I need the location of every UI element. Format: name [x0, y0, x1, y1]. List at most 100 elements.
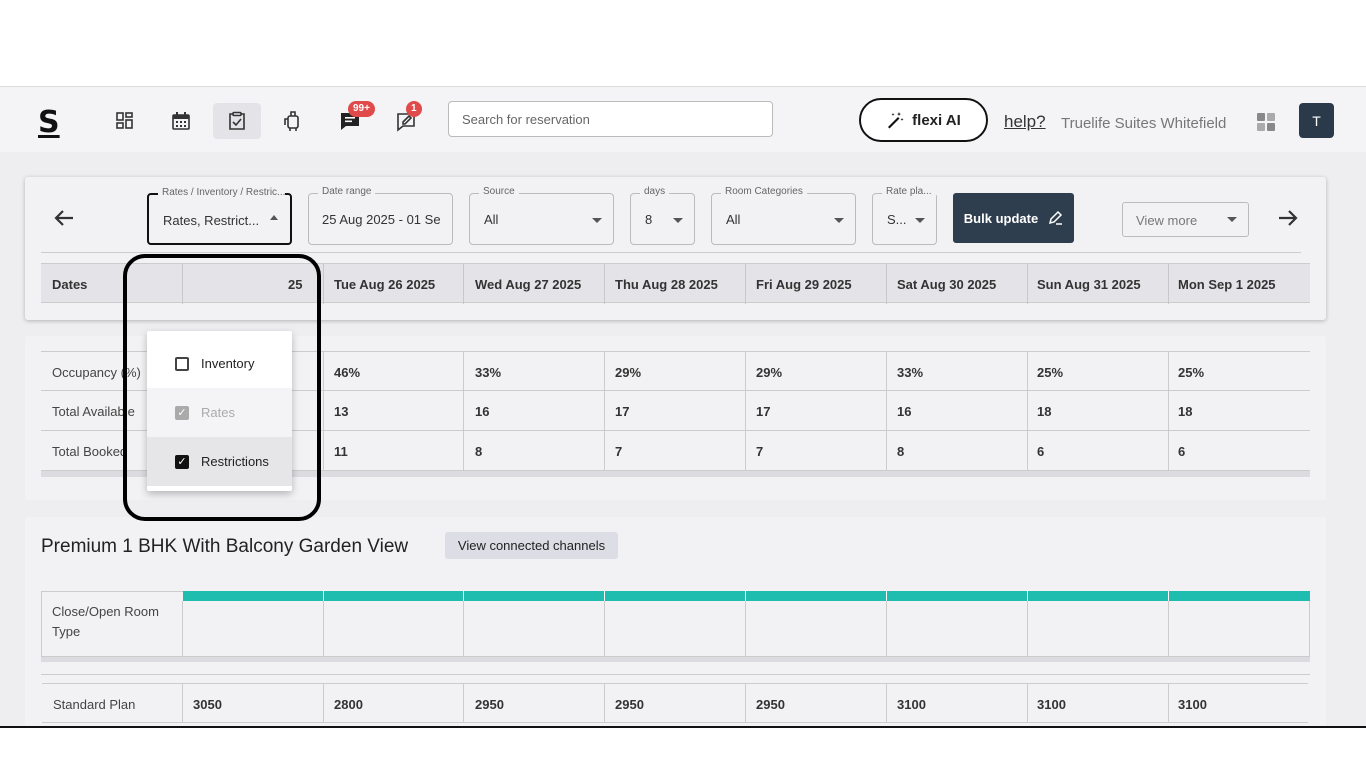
search-input[interactable]: [448, 101, 773, 137]
room-title: Premium 1 BHK With Balcony Garden View: [41, 536, 409, 557]
dashboard-icon[interactable]: [101, 103, 149, 139]
source-value: All: [484, 212, 499, 227]
rate-value[interactable]: 3100: [1178, 697, 1207, 712]
divider: [463, 601, 464, 657]
bulk-update-label: Bulk update: [963, 210, 1039, 226]
cell-value: 46%: [334, 365, 361, 380]
checkbox-checked-icon[interactable]: ✓: [175, 405, 189, 420]
dropdown-item-inventory[interactable]: Inventory: [147, 339, 292, 388]
divider: [182, 601, 183, 657]
flexi-ai-label: flexi AI: [912, 111, 961, 129]
rate-value[interactable]: 2950: [475, 697, 504, 712]
source-select[interactable]: Source All: [469, 186, 614, 245]
divider: [41, 252, 1301, 253]
rate-value[interactable]: 2950: [756, 697, 785, 712]
dropdown-item-restrictions[interactable]: ✓ Restrictions: [147, 437, 292, 486]
rate-value[interactable]: 3100: [1037, 697, 1066, 712]
divider: [41, 674, 1310, 675]
view-type-label: Rates / Inventory / Restric...: [158, 187, 285, 198]
calendar-icon[interactable]: [157, 103, 205, 139]
date-range-field[interactable]: Date range 25 Aug 2025 - 01 Sep 2025: [308, 186, 453, 245]
flexi-ai-button[interactable]: flexi AI: [859, 98, 988, 142]
divider: [1168, 351, 1169, 471]
cell-value: 7: [756, 444, 764, 459]
view-more-select[interactable]: View more: [1122, 202, 1249, 237]
divider: [323, 683, 324, 723]
pencil-icon: [1049, 210, 1063, 225]
dropdown-item-label: Inventory: [201, 356, 255, 371]
rate-value[interactable]: 3100: [897, 697, 926, 712]
view-type-dropdown-menu: Inventory ✓ Rates ✓ Restrictions: [147, 331, 292, 491]
divider: [323, 264, 324, 304]
row-label: Total Available: [52, 404, 135, 419]
room-categories-label: Room Categories: [721, 186, 807, 197]
rate-value[interactable]: 3050: [193, 697, 222, 712]
chevron-down-icon: [673, 218, 683, 223]
date-range-value: 25 Aug 2025 - 01 Sep 2025: [322, 212, 440, 227]
date-header: Tue Aug 26 2025: [334, 277, 436, 292]
dates-header-label: Dates: [52, 277, 88, 292]
date-header: Sat Aug 30 2025: [897, 277, 997, 292]
messages-badge: 99+: [348, 101, 375, 117]
view-type-select[interactable]: Rates / Inventory / Restric... Rates, Re…: [147, 187, 292, 245]
tasks-clipboard-icon[interactable]: [213, 103, 261, 139]
cell-value: 25%: [1178, 365, 1205, 380]
divider: [745, 683, 746, 723]
chevron-down-icon: [592, 218, 602, 223]
availability-bar[interactable]: [183, 591, 1310, 601]
hotel-name: Truelife Suites Whitefield: [1061, 115, 1227, 132]
cell-value: 33%: [897, 365, 924, 380]
divider: [1168, 601, 1169, 657]
cell-value: 18: [1037, 404, 1052, 419]
date-range-label: Date range: [318, 186, 376, 197]
divider: [604, 351, 605, 471]
logo[interactable]: S: [38, 105, 60, 140]
apps-grid-icon[interactable]: [1256, 112, 1276, 137]
divider: [463, 683, 464, 723]
divider: [323, 351, 324, 471]
avatar[interactable]: T: [1299, 103, 1334, 138]
date-header: Thu Aug 28 2025: [615, 277, 718, 292]
divider: [886, 351, 887, 471]
checkbox-checked-icon[interactable]: ✓: [175, 454, 189, 469]
rate-value[interactable]: 2800: [334, 697, 363, 712]
messages-icon[interactable]: 99+: [326, 101, 375, 139]
help-link[interactable]: help?: [1004, 112, 1046, 132]
checkbox-unchecked-icon[interactable]: [175, 356, 189, 371]
caret-up-icon: [270, 215, 278, 220]
days-select[interactable]: days 8: [630, 186, 695, 245]
cell-value: 29%: [615, 365, 642, 380]
notes-icon[interactable]: 1: [382, 101, 430, 139]
bulk-update-button[interactable]: Bulk update: [953, 193, 1074, 243]
row-label: Standard Plan: [53, 697, 136, 712]
next-arrow-icon[interactable]: [1276, 206, 1300, 237]
divider: [463, 351, 464, 471]
cell-value: 29%: [756, 365, 783, 380]
divider: [604, 601, 605, 657]
cell-value: 18: [1178, 404, 1193, 419]
housekeeping-icon[interactable]: [269, 103, 317, 139]
divider: [604, 683, 605, 723]
view-type-value: Rates, Restrict...: [163, 213, 260, 228]
chevron-down-icon: [915, 218, 925, 223]
divider: [604, 264, 605, 304]
notes-badge: 1: [406, 101, 422, 117]
divider: [1027, 264, 1028, 304]
chevron-down-icon: [834, 218, 844, 223]
cell-value: 8: [475, 444, 483, 459]
cell-value: 6: [1178, 444, 1186, 459]
view-connected-channels-button[interactable]: View connected channels: [445, 532, 618, 559]
room-categories-select[interactable]: Room Categories All: [711, 186, 856, 245]
cell-value: 13: [334, 404, 349, 419]
cell-value: 8: [897, 444, 905, 459]
row-label: Close/Open Room Type: [52, 604, 159, 639]
divider: [745, 264, 746, 304]
rate-value[interactable]: 2950: [615, 697, 644, 712]
view-more-label: View more: [1136, 213, 1198, 228]
prev-arrow-icon[interactable]: [52, 206, 76, 237]
rate-plan-select[interactable]: Rate pla... S...: [872, 186, 937, 245]
dropdown-item-rates[interactable]: ✓ Rates: [147, 388, 292, 437]
divider: [886, 601, 887, 657]
cell-value: 17: [756, 404, 771, 419]
table-scrollbar[interactable]: [41, 657, 1310, 662]
